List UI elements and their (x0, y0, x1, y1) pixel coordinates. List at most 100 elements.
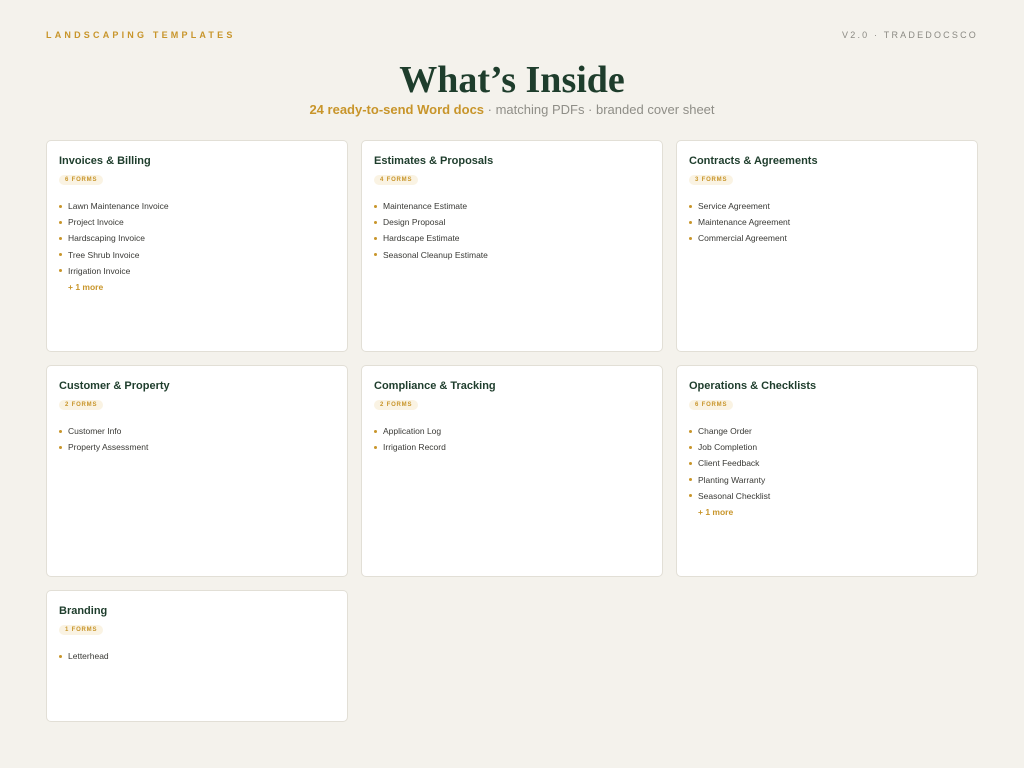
subtitle-rest: · matching PDFs · branded cover sheet (484, 102, 715, 117)
category-card: Compliance & Tracking 2 FORMS Application … (361, 365, 663, 577)
card-title: Contracts & Agreements (689, 155, 818, 167)
bullet-icon (59, 236, 62, 240)
list-item-label: Job Completion (698, 442, 758, 453)
list-item: Job Completion (689, 439, 965, 455)
bullet-icon (374, 253, 377, 257)
category-card: Operations & Checklists 6 FORMS Change Ord… (676, 365, 978, 577)
list-item: Property Assessment (59, 439, 335, 455)
list-item-label: Change Order (698, 426, 752, 437)
form-count-badge: 1 FORMS (59, 625, 104, 635)
list-item: Irrigation Invoice (59, 263, 335, 279)
bullet-icon (689, 494, 692, 498)
list-item-label: Hardscaping Invoice (68, 233, 146, 244)
list-item: Letterhead (59, 648, 335, 664)
list-item-label: Seasonal Cleanup Estimate (383, 249, 488, 260)
bullet-icon (59, 204, 62, 208)
page-subtitle: 24 ready-to-send Word docs · matching PD… (0, 102, 1024, 117)
form-list: Application Log Irrigation Record (374, 423, 650, 455)
bullet-icon (59, 253, 62, 257)
category-card: Customer & Property 2 FORMS Customer Info P… (46, 365, 348, 577)
bullet-icon (689, 236, 692, 240)
list-item: Seasonal Cleanup Estimate (374, 247, 650, 263)
bullet-icon (374, 429, 377, 433)
form-count-badge: 6 FORMS (689, 400, 734, 410)
list-item-label: Service Agreement (698, 201, 770, 212)
bullet-icon (689, 220, 692, 224)
list-item-label: Customer Info (68, 426, 122, 437)
list-item-label: Tree Shrub Invoice (68, 249, 140, 260)
list-item-label: Commercial Agreement (698, 233, 787, 244)
form-count-badge: 3 FORMS (689, 175, 734, 185)
list-item: Planting Warranty (689, 472, 965, 488)
bullet-icon (689, 429, 692, 433)
list-item: Lawn Maintenance Invoice (59, 198, 335, 214)
bullet-icon (59, 445, 62, 449)
card-title: Operations & Checklists (689, 380, 817, 392)
form-list: Change Order Job Completion Client Feedbac… (689, 423, 965, 504)
list-item-label: Application Log (383, 426, 442, 437)
category-card: Contracts & Agreements 3 FORMS Service Agr… (676, 140, 978, 352)
list-item-label: Seasonal Checklist (698, 490, 771, 501)
category-card: Estimates & Proposals 4 FORMS Maintenance … (361, 140, 663, 352)
form-count-badge: 4 FORMS (374, 175, 419, 185)
bullet-icon (374, 445, 377, 449)
card-title: Branding (59, 605, 108, 617)
bullet-icon (59, 429, 62, 433)
list-item-label: Maintenance Agreement (698, 217, 791, 228)
card-title: Customer & Property (59, 380, 170, 392)
category-grid: Invoices & Billing 6 FORMS Lawn Maintenanc… (46, 140, 978, 722)
list-item: Service Agreement (689, 198, 965, 214)
page-title: What’s Inside (399, 59, 625, 101)
form-list: Lawn Maintenance Invoice Project Invoice H… (59, 198, 335, 279)
bullet-icon (374, 236, 377, 240)
bullet-icon (689, 478, 692, 482)
list-item: Hardscape Estimate (374, 230, 650, 246)
list-item: Change Order (689, 423, 965, 439)
list-item-label: Planting Warranty (698, 474, 766, 485)
bullet-icon (689, 445, 692, 449)
list-item-label: Lawn Maintenance Invoice (68, 201, 169, 212)
card-title: Estimates & Proposals (374, 155, 494, 167)
subtitle-highlight: 24 ready-to-send Word docs (309, 102, 485, 117)
bullet-icon (689, 461, 692, 465)
form-list: Customer Info Property Assessment (59, 423, 335, 455)
list-item: Design Proposal (374, 214, 650, 230)
bullet-icon (689, 204, 692, 208)
list-item: Seasonal Checklist (689, 488, 965, 504)
list-item-label: Project Invoice (68, 217, 124, 228)
list-item: Maintenance Estimate (374, 198, 650, 214)
card-title: Invoices & Billing (59, 155, 151, 167)
form-count-badge: 2 FORMS (374, 400, 419, 410)
more-link[interactable]: + 1 more (698, 504, 965, 520)
list-item-label: Maintenance Estimate (383, 201, 468, 212)
category-card: Branding 1 FORMS Letterhead (46, 590, 348, 722)
version-label: V2.0 · TRADEDOCSCO (842, 30, 978, 40)
form-count-badge: 6 FORMS (59, 175, 104, 185)
list-item: Tree Shrub Invoice (59, 247, 335, 263)
list-item-label: Design Proposal (383, 217, 446, 228)
more-link[interactable]: + 1 more (68, 279, 335, 295)
list-item: Commercial Agreement (689, 230, 965, 246)
page: LANDSCAPING TEMPLATES V2.0 · TRADEDOCSCO… (0, 0, 1024, 768)
list-item-label: Irrigation Record (383, 442, 446, 453)
form-list: Service Agreement Maintenance Agreement Co… (689, 198, 965, 247)
list-item-label: Irrigation Invoice (68, 265, 131, 276)
bullet-icon (374, 220, 377, 224)
list-item: Customer Info (59, 423, 335, 439)
form-list: Maintenance Estimate Design Proposal Hards… (374, 198, 650, 263)
bullet-icon (374, 204, 377, 208)
category-label: LANDSCAPING TEMPLATES (46, 30, 236, 40)
list-item-label: Letterhead (68, 651, 109, 662)
category-card: Invoices & Billing 6 FORMS Lawn Maintenanc… (46, 140, 348, 352)
list-item: Maintenance Agreement (689, 214, 965, 230)
list-item: Hardscaping Invoice (59, 230, 335, 246)
list-item-label: Hardscape Estimate (383, 233, 460, 244)
list-item-label: Client Feedback (698, 458, 760, 469)
card-title: Compliance & Tracking (374, 380, 496, 392)
form-count-badge: 2 FORMS (59, 400, 104, 410)
form-list: Letterhead (59, 648, 335, 664)
list-item: Irrigation Record (374, 439, 650, 455)
list-item: Client Feedback (689, 455, 965, 471)
bullet-icon (59, 220, 62, 224)
bullet-icon (59, 269, 62, 273)
